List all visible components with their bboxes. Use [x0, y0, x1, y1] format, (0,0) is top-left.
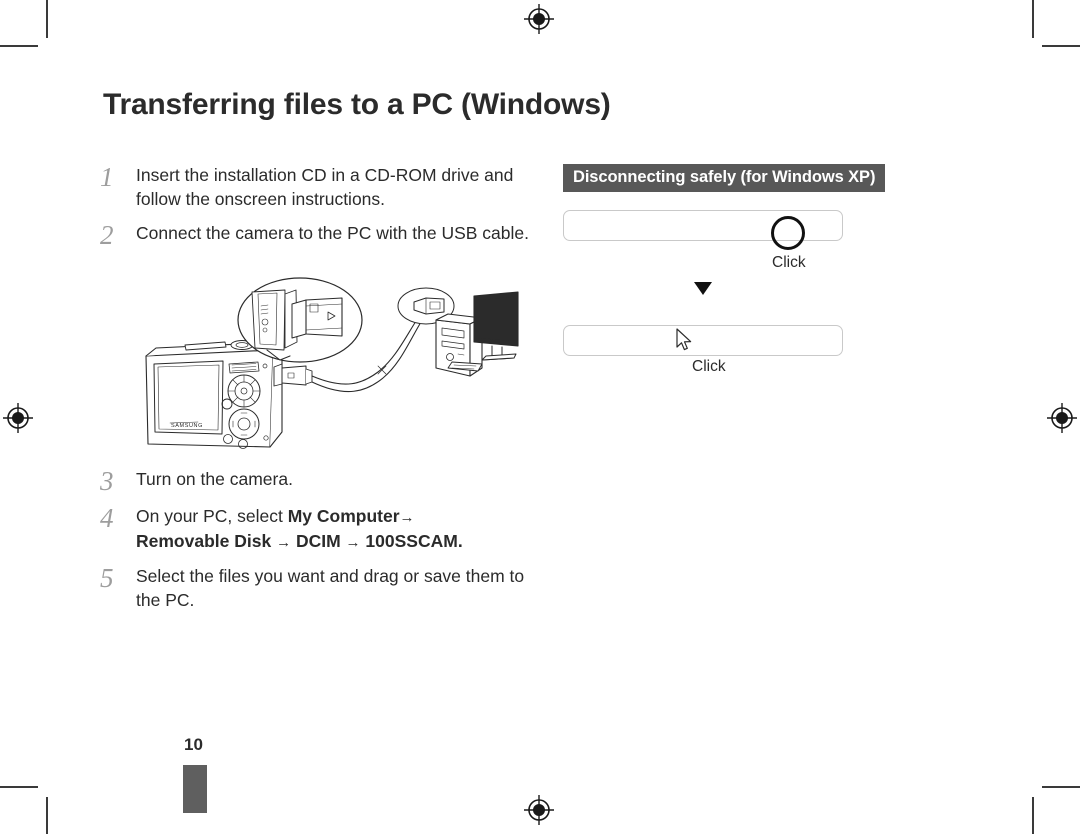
crop-mark-bottom-right-horizontal	[1042, 786, 1080, 788]
registration-mark-right	[1047, 403, 1077, 433]
path-segment-removable-disk: Removable Disk	[136, 530, 272, 551]
crop-mark-bottom-left-vertical	[46, 797, 48, 834]
mouse-cursor-icon	[675, 328, 695, 354]
step-text: Select the files you want and drag or sa…	[136, 565, 540, 612]
instruction-steps-upper: 1 Insert the installation CD in a CD-ROM…	[100, 164, 530, 259]
list-item: 2 Connect the camera to the PC with the …	[100, 220, 530, 250]
instruction-steps-lower: 3 Turn on the camera. 4 On your PC, sele…	[100, 468, 540, 623]
click-label-first: Click	[772, 254, 806, 271]
click-target-circle-icon	[771, 216, 805, 250]
crop-mark-top-left-horizontal	[0, 45, 38, 47]
section-banner: Disconnecting safely (for Windows XP)	[563, 164, 886, 192]
step-text: Insert the installation CD in a CD-ROM d…	[136, 165, 514, 209]
disconnecting-safely-panel: Disconnecting safely (for Windows XP) Cl…	[563, 164, 943, 410]
list-item: 4 On your PC, select My Computer→ Removab…	[100, 505, 540, 554]
step-text-plain: On your PC, select	[136, 506, 288, 526]
windows-taskbar-second	[563, 325, 843, 356]
step-text: Turn on the camera.	[136, 468, 540, 492]
crop-mark-top-left-vertical	[46, 0, 48, 38]
svg-text:SAMSUNG: SAMSUNG	[171, 423, 203, 429]
page-thumb-tab	[183, 765, 207, 813]
registration-mark-bottom	[524, 795, 554, 825]
step-text-period: .	[457, 530, 463, 551]
page-number: 10	[184, 735, 203, 754]
crop-mark-top-right-vertical	[1032, 0, 1034, 38]
page-title: Transferring files to a PC (Windows)	[103, 88, 611, 121]
crop-mark-top-right-horizontal	[1042, 45, 1080, 47]
path-segment-my-computer: My Computer	[287, 506, 400, 526]
step-number: 2	[100, 220, 114, 250]
step-number: 1	[100, 162, 114, 192]
step-number: 5	[100, 563, 114, 593]
path-arrow-icon: →	[276, 533, 292, 551]
crop-mark-bottom-right-vertical	[1032, 797, 1034, 834]
list-item: 5 Select the files you want and drag or …	[100, 565, 540, 612]
step-text: Connect the camera to the PC with the US…	[136, 223, 529, 243]
path-segment-dcim: DCIM	[295, 530, 341, 551]
flow-arrow-down-icon	[694, 282, 712, 295]
path-arrow-icon: →	[399, 509, 415, 526]
step-text-plain: Select the files you want and drag or sa…	[136, 566, 525, 610]
step-number: 3	[100, 466, 114, 496]
path-arrow-icon: →	[345, 533, 361, 551]
registration-mark-left	[3, 403, 33, 433]
step-text: On your PC, select My Computer→ Removable…	[136, 505, 540, 554]
list-item: 3 Turn on the camera.	[100, 466, 540, 496]
step-number: 4	[100, 503, 114, 533]
crop-mark-bottom-left-horizontal	[0, 786, 38, 788]
registration-mark-top	[524, 4, 554, 34]
step-text-plain: Turn on the camera.	[136, 469, 293, 489]
taskbar-illustrations: Click Click	[563, 210, 943, 410]
list-item: 1 Insert the installation CD in a CD-ROM…	[100, 164, 530, 211]
camera-usb-connection-illustration: SAMSUNG	[130, 272, 520, 462]
path-segment-100sscam: 100SSCAM	[365, 530, 458, 551]
click-label-second: Click	[692, 358, 726, 375]
